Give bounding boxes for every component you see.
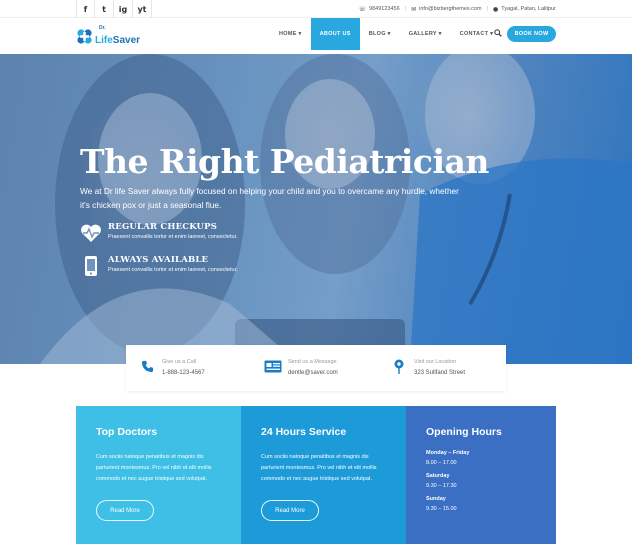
card-title: Top Doctors: [96, 426, 158, 438]
youtube-icon[interactable]: yt: [133, 0, 152, 18]
hero-title: The Right Pediatrician: [80, 142, 489, 181]
card-24-hours-service: 24 Hours Service Cum sociis natoque pena…: [241, 406, 406, 544]
location-pin-icon: ●: [493, 5, 499, 13]
card-text: Cum sociis natoque penatibus et magnis d…: [261, 454, 377, 482]
top-bar: f t ig yt ☏ 9849123456 | ✉ info@bizbergt…: [0, 0, 632, 18]
hours-time: 9.30 – 17.30: [426, 483, 457, 489]
mail-icon: ✉: [411, 5, 417, 13]
opening-hours-list: Monday – Friday 8.00 – 17.00 Saturday 9.…: [426, 450, 536, 512]
instagram-icon[interactable]: ig: [114, 0, 133, 18]
facebook-icon[interactable]: f: [76, 0, 95, 18]
hours-day: Saturday: [426, 473, 450, 479]
feature-title: REGULAR CHECKUPS: [108, 222, 218, 232]
logo-life: Life: [95, 35, 113, 46]
hours-time: 8.00 – 17.00: [426, 460, 457, 466]
contact-location: Visit our Location 323 Sullfand Street: [390, 359, 465, 376]
read-more-button[interactable]: Read More: [261, 500, 319, 521]
contact-strip: Give us a Call 1-888-123-4567 Send us a …: [126, 345, 506, 391]
mobile-phone-icon: [80, 255, 102, 277]
contact-label: Visit our Location: [414, 359, 457, 365]
card-title: Opening Hours: [426, 426, 502, 438]
contact-label: Send us a Message: [288, 359, 337, 365]
logo-mark-icon: [76, 28, 93, 45]
top-phone[interactable]: 9849123456: [369, 6, 400, 12]
top-location: Tyagal, Patan, Lalitpur: [501, 6, 556, 12]
feature-text: Praesent convallis tortor et enim laoree…: [108, 267, 238, 273]
feature-title: ALWAYS AVAILABLE: [108, 255, 209, 265]
nav-blog[interactable]: BLOG ▾: [360, 18, 400, 50]
site-logo[interactable]: Dr. LifeSaver: [76, 26, 140, 47]
nav-menu: HOME ▾ ABOUT US BLOG ▾ GALLERY ▾ CONTACT…: [270, 18, 502, 50]
contact-label: Give us a Call: [162, 359, 197, 365]
service-cards: Top Doctors Cum sociis natoque penatibus…: [76, 406, 556, 544]
phone-icon: [138, 359, 156, 373]
message-card-icon: [264, 359, 282, 373]
hero-banner: The Right Pediatrician We at Dr life Sav…: [0, 54, 632, 364]
logo-saver: Saver: [112, 35, 141, 46]
card-opening-hours: Opening Hours Monday – Friday 8.00 – 17.…: [406, 406, 556, 544]
hours-time: 9.30 – 15.00: [426, 506, 457, 512]
read-more-button[interactable]: Read More: [96, 500, 154, 521]
nav-gallery[interactable]: GALLERY ▾: [400, 18, 451, 50]
feature-regular-checkups: REGULAR CHECKUPS Praesent convallis tort…: [80, 222, 238, 244]
feature-text: Praesent convallis tortor et enim laoree…: [108, 234, 238, 240]
contact-message: Send us a Message dentle@saver.com: [264, 359, 338, 376]
card-title: 24 Hours Service: [261, 426, 347, 438]
heart-pulse-icon: [80, 222, 102, 244]
social-links: f t ig yt: [76, 0, 152, 18]
nav-home[interactable]: HOME ▾: [270, 18, 311, 50]
main-nav: Dr. LifeSaver HOME ▾ ABOUT US BLOG ▾ GAL…: [0, 18, 632, 54]
logo-dr: Dr.: [99, 25, 106, 31]
top-contact: ☏ 9849123456 | ✉ info@bizbergthemes.com …: [358, 5, 556, 13]
contact-value: 323 Sullfand Street: [414, 370, 466, 376]
nav-about-us[interactable]: ABOUT US: [310, 18, 360, 50]
phone-icon: ☏: [358, 5, 367, 13]
contact-value[interactable]: dentle@saver.com: [288, 370, 338, 376]
hero-subtitle: We at Dr life Saver always fully focused…: [80, 186, 459, 210]
twitter-icon[interactable]: t: [95, 0, 114, 18]
card-text: Cum sociis natoque penatibus et magnis d…: [96, 454, 212, 482]
hours-day: Sunday: [426, 496, 446, 502]
contact-call: Give us a Call 1-888-123-4567: [138, 359, 205, 376]
book-now-button[interactable]: BOOK NOW: [507, 26, 556, 42]
contact-value[interactable]: 1-888-123-4567: [162, 370, 205, 376]
map-pin-icon: [390, 359, 408, 374]
card-top-doctors: Top Doctors Cum sociis natoque penatibus…: [76, 406, 241, 544]
top-email[interactable]: info@bizbergthemes.com: [419, 6, 481, 12]
search-icon[interactable]: [494, 29, 502, 39]
page: f t ig yt ☏ 9849123456 | ✉ info@bizbergt…: [0, 0, 632, 553]
hours-day: Monday – Friday: [426, 450, 470, 456]
feature-always-available: ALWAYS AVAILABLE Praesent convallis tort…: [80, 255, 238, 277]
